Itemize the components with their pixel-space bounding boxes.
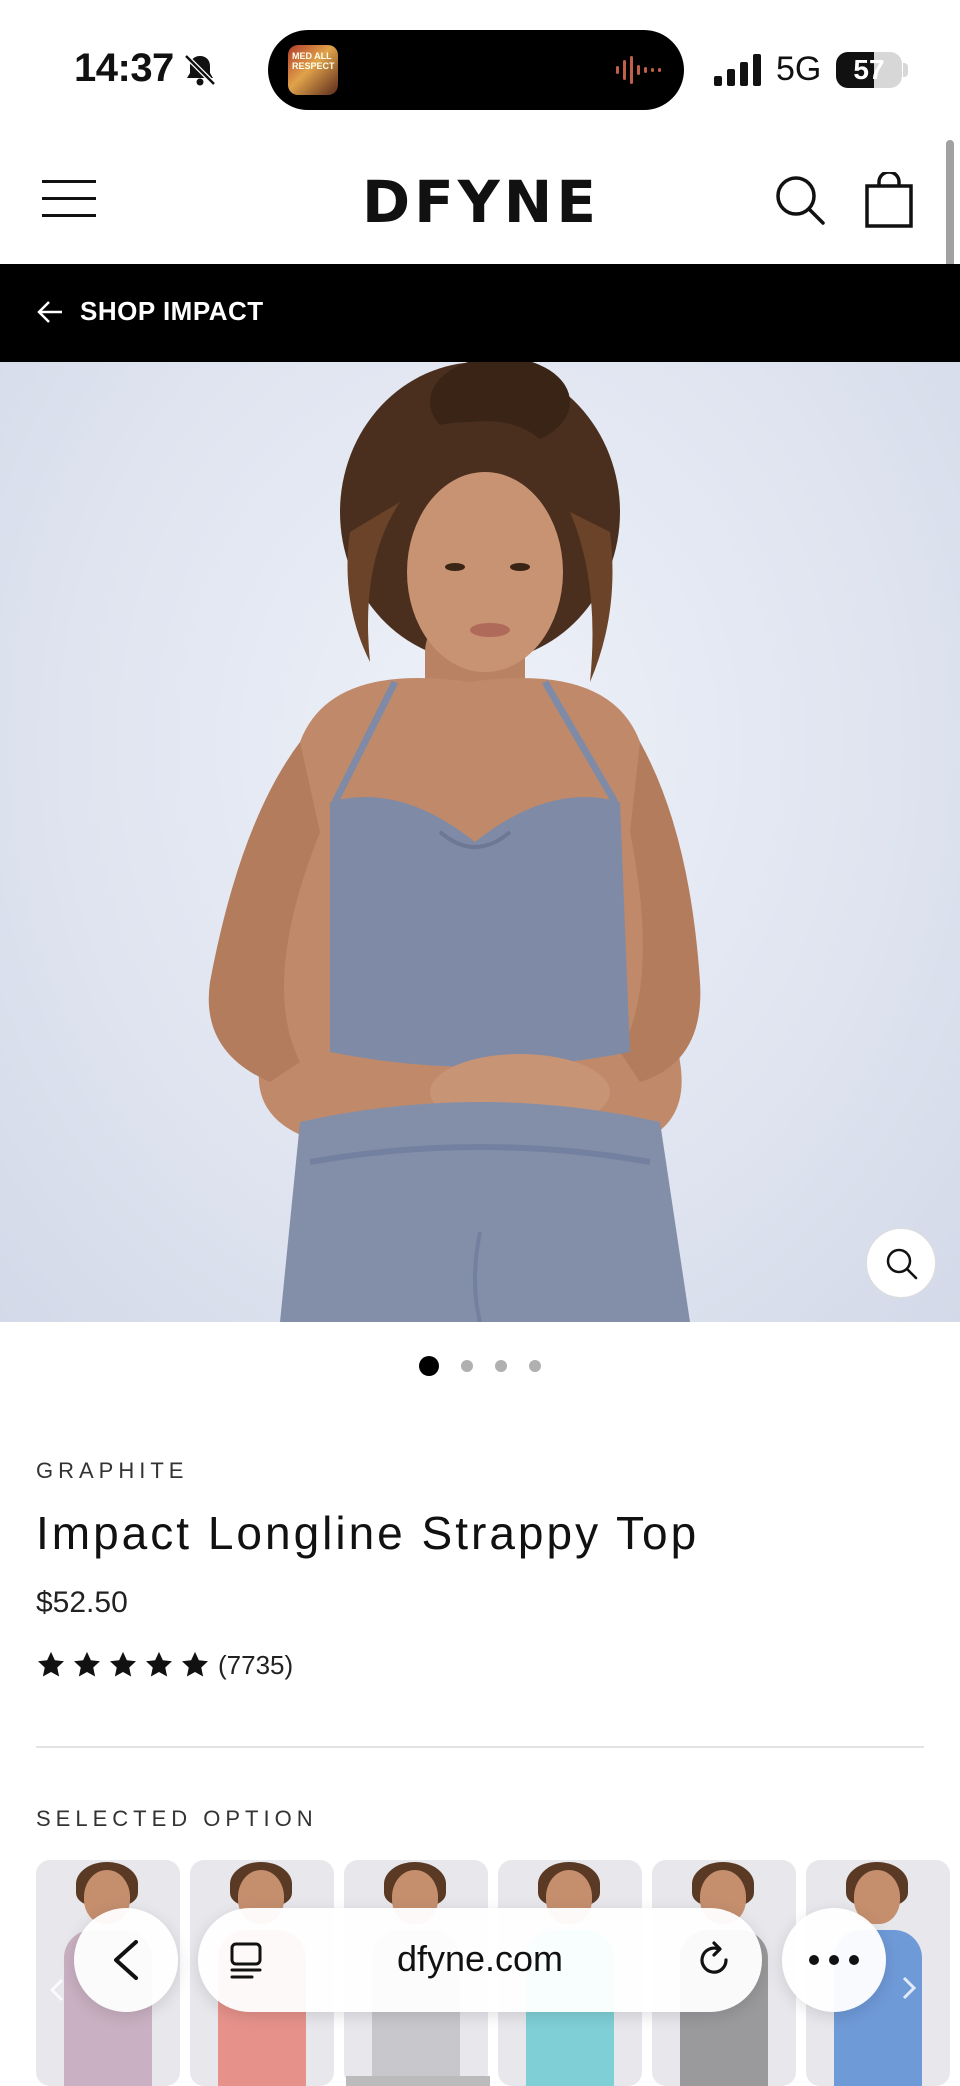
product-rating[interactable]: (7735): [36, 1650, 293, 1680]
product-image[interactable]: [0, 362, 960, 1322]
carousel-prev-icon[interactable]: [40, 1972, 76, 2008]
hamburger-menu-icon[interactable]: [40, 178, 98, 220]
reload-icon[interactable]: [694, 1940, 734, 1980]
battery-tip: [903, 63, 908, 77]
model-illustration: [208, 362, 701, 1322]
now-playing-art-text: MED ALL RESPECT: [292, 51, 335, 71]
signal-bars-icon: [714, 54, 761, 86]
product-title: Impact Longline Strappy Top: [36, 1507, 700, 1559]
chevron-left-icon: [114, 1940, 138, 1980]
shop-collection-banner[interactable]: SHOP IMPACT: [0, 264, 960, 362]
swatch-scroll-indicator: [346, 2076, 490, 2086]
dfyne-logo[interactable]: DFYNE: [356, 164, 606, 236]
search-icon[interactable]: [774, 174, 826, 226]
now-playing-artwork: MED ALL RESPECT: [288, 45, 338, 95]
audio-waveform-icon: [616, 56, 661, 84]
zoom-icon: [886, 1248, 918, 1280]
bell-slash-icon: [184, 54, 216, 86]
star-icon: [38, 1651, 64, 1677]
zoom-button[interactable]: [866, 1228, 936, 1298]
carousel-next-icon[interactable]: [890, 1970, 926, 2006]
selected-option-label: SELECTED OPTION: [36, 1806, 318, 1831]
more-options-button[interactable]: [782, 1908, 886, 2012]
star-icon: [146, 1651, 172, 1677]
status-bar: 14:37 MED ALL RESPECT 5G 57: [0, 0, 960, 134]
product-price: $52.50: [36, 1586, 128, 1619]
section-divider: [36, 1746, 924, 1748]
star-icon: [74, 1651, 100, 1677]
gallery-dot[interactable]: [495, 1360, 507, 1372]
arrow-left-icon: [37, 301, 62, 323]
more-icon: [809, 1955, 859, 1965]
shopping-bag-icon[interactable]: [864, 172, 914, 228]
network-type: 5G: [776, 50, 822, 88]
gallery-dot[interactable]: [529, 1360, 541, 1372]
star-icon: [110, 1651, 136, 1677]
gallery-dot[interactable]: [461, 1360, 473, 1372]
site-header: DFYNE: [0, 134, 960, 264]
battery-level: 57: [853, 54, 885, 85]
status-time: 14:37: [74, 46, 174, 90]
address-bar[interactable]: dfyne.com: [198, 1908, 762, 2012]
review-count: (7735): [218, 1649, 294, 1680]
url-text[interactable]: dfyne.com: [198, 1938, 762, 1980]
browser-back-button[interactable]: [74, 1908, 178, 2012]
logo-text: DFYNE: [362, 168, 600, 236]
star-icon: [182, 1651, 208, 1677]
gallery-pagination: [0, 1356, 960, 1378]
dynamic-island[interactable]: MED ALL RESPECT: [268, 30, 684, 110]
battery-icon: 57: [836, 52, 902, 88]
gallery-dot[interactable]: [419, 1356, 439, 1376]
product-color: GRAPHITE: [36, 1458, 189, 1483]
shop-collection-link[interactable]: SHOP IMPACT: [80, 296, 264, 327]
